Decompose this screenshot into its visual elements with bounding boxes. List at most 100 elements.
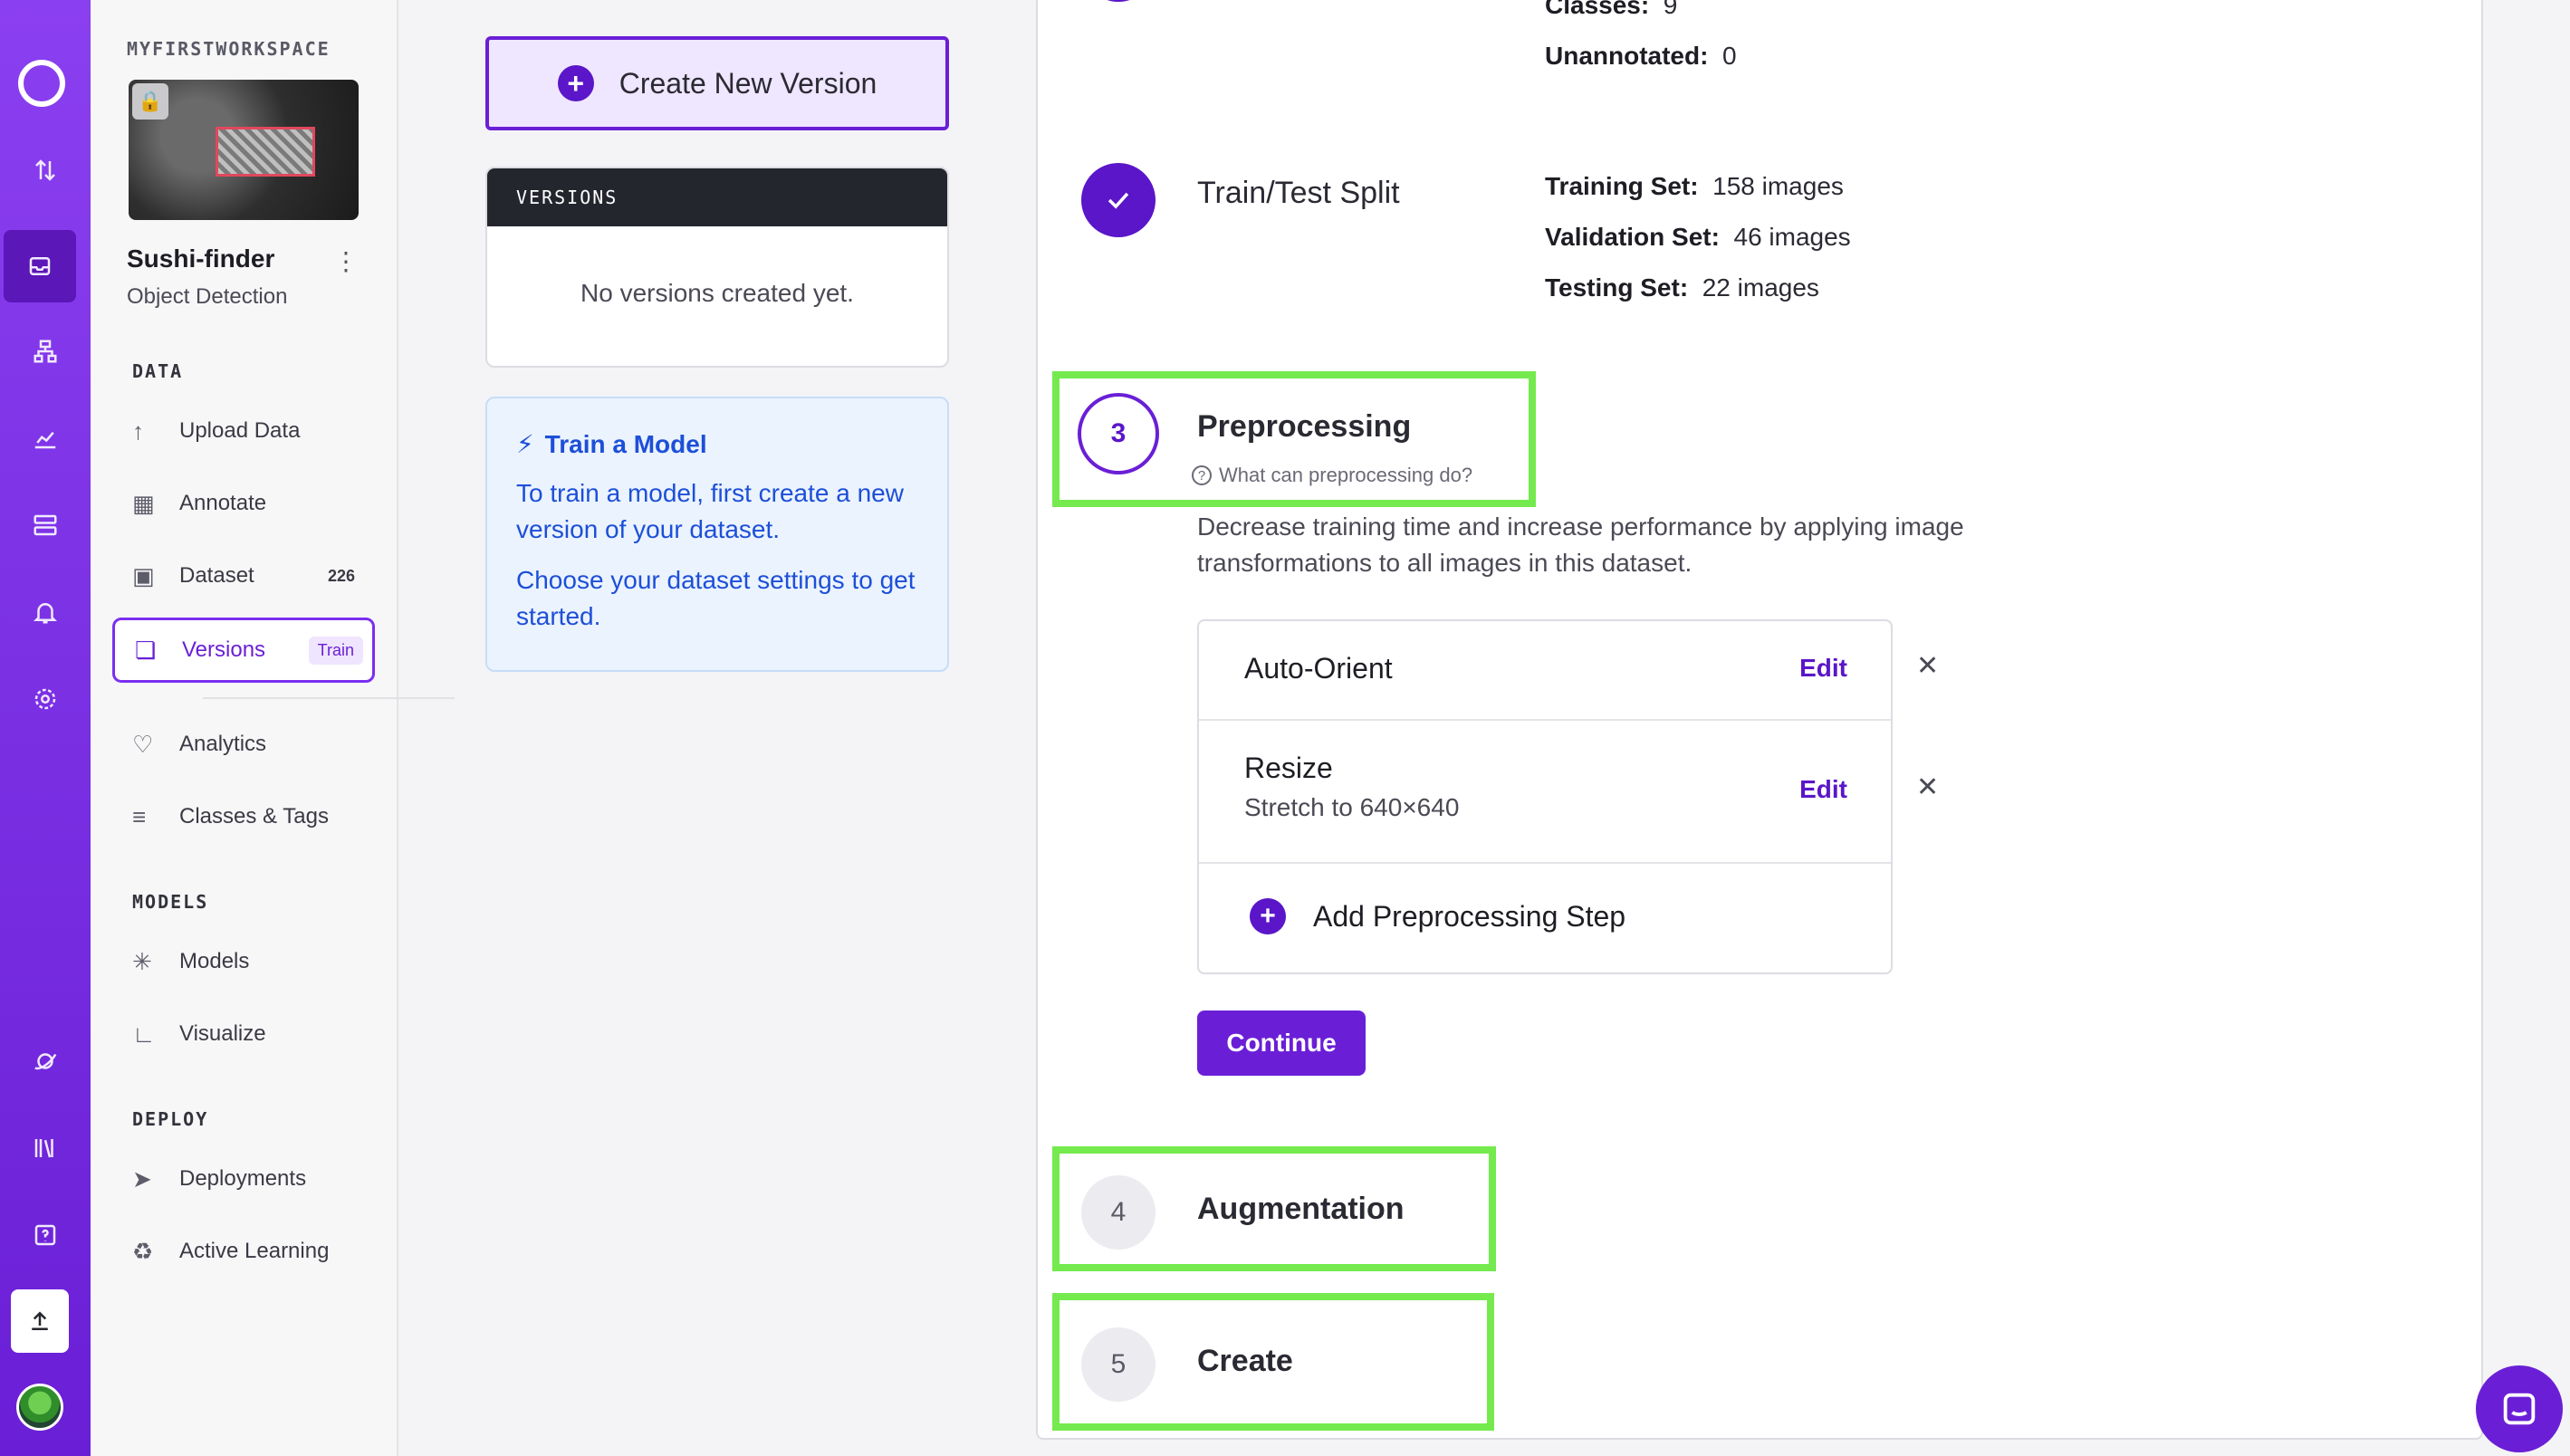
sidebar-item-label: Classes & Tags <box>179 804 329 829</box>
validation-set-label: Validation Set: <box>1545 223 1720 251</box>
bell-icon[interactable] <box>24 590 67 634</box>
step-4-title[interactable]: Augmentation <box>1197 1192 1405 1227</box>
plus-icon: + <box>557 65 594 101</box>
training-set-label: Training Set: <box>1545 172 1699 200</box>
step-3-title[interactable]: Preprocessing <box>1197 409 1411 445</box>
sidebar-item-label: Upload Data <box>179 418 301 443</box>
sidebar-item-label: Annotate <box>179 491 267 515</box>
dataset-count-badge: 226 <box>327 566 355 585</box>
training-set-value: 158 images <box>1712 172 1844 200</box>
classes-info: Classes: 9 <box>1545 0 1677 20</box>
sidebar-item-label: Dataset <box>179 563 254 588</box>
unannotated-info: Unannotated: 0 <box>1545 42 1737 71</box>
preprocessing-help-link[interactable]: ? What can preprocessing do? <box>1192 464 1472 487</box>
validation-set-value: 46 images <box>1733 223 1851 251</box>
upload-icon[interactable] <box>11 1289 69 1353</box>
sitemap-icon[interactable] <box>24 330 67 373</box>
step-5-circle: 5 <box>1081 1327 1156 1402</box>
versions-header: VERSIONS <box>487 168 947 226</box>
gear-icon[interactable] <box>24 677 67 721</box>
recycle-icon: ♻ <box>132 1237 154 1265</box>
preprocessing-description: Decrease training time and increase perf… <box>1197 512 1964 577</box>
preprocessing-step-auto-orient: Auto-Orient Edit <box>1199 621 1891 721</box>
preprocessing-step-resize: Resize Stretch to 640×640 Edit <box>1199 721 1891 864</box>
section-label-models: MODELS <box>132 891 209 913</box>
satellite-icon[interactable] <box>24 1039 67 1083</box>
sidebar-item-label: Models <box>179 949 250 973</box>
section-label-data: DATA <box>132 360 184 382</box>
step-5-title[interactable]: Create <box>1197 1344 1293 1379</box>
validation-set-info: Validation Set: 46 images <box>1545 223 1851 252</box>
user-avatar[interactable] <box>16 1384 63 1431</box>
chat-support-icon[interactable] <box>2476 1365 2563 1452</box>
step-detail: Stretch to 640×640 <box>1244 793 1460 821</box>
versions-card: VERSIONS No versions created yet. <box>485 167 949 368</box>
chart-icon[interactable] <box>24 417 67 460</box>
sidebar-item-label: Visualize <box>179 1021 266 1046</box>
sidebar-item-label: Active Learning <box>179 1239 330 1263</box>
thumbnail-annotation-box <box>216 127 315 177</box>
create-new-version-button[interactable]: + Create New Version <box>485 36 949 130</box>
sidebar-item-versions[interactable]: ❏ Versions Train <box>112 618 375 683</box>
lightning-icon: ⚡ <box>516 430 534 458</box>
list-icon: ≡ <box>132 802 147 830</box>
sidebar-item-annotate[interactable]: ▦ Annotate <box>112 471 375 536</box>
step-3-circle: 3 <box>1078 393 1159 474</box>
section-label-deploy: DEPLOY <box>132 1108 209 1130</box>
project-sidebar: MYFIRSTWORKSPACE 🔒 Sushi-finder ⋮ Object… <box>91 0 455 1456</box>
sidebar-item-active-learning[interactable]: ♻ Active Learning <box>112 1219 375 1284</box>
remove-auto-orient-icon[interactable]: ✕ <box>1916 650 1939 682</box>
preprocessing-steps-list: Auto-Orient Edit Resize Stretch to 640×6… <box>1197 619 1893 974</box>
classes-value: 9 <box>1663 0 1678 19</box>
sidebar-item-label: Versions <box>182 637 266 662</box>
unannotated-value: 0 <box>1722 42 1737 70</box>
kebab-menu-icon[interactable]: ⋮ <box>333 246 359 276</box>
create-new-version-label: Create New Version <box>619 66 877 100</box>
roboflow-logo-icon[interactable] <box>18 60 65 107</box>
inbox-icon[interactable] <box>4 230 76 302</box>
continue-button[interactable]: Continue <box>1197 1011 1366 1076</box>
step-4-circle: 4 <box>1081 1175 1156 1250</box>
sidebar-item-deployments[interactable]: ➤ Deployments <box>112 1146 375 1212</box>
versions-icon: ❏ <box>135 636 157 664</box>
step-2-check-icon <box>1081 163 1156 237</box>
sidebar-item-dataset[interactable]: ▣ Dataset 226 <box>112 543 375 608</box>
icon-rail <box>0 0 91 1456</box>
server-icon[interactable] <box>24 503 67 547</box>
sidebar-item-label: Analytics <box>179 732 267 756</box>
project-name: Sushi-finder <box>127 244 275 273</box>
testing-set-label: Testing Set: <box>1545 273 1689 302</box>
rocket-icon: ➤ <box>132 1164 152 1193</box>
image-icon: ▣ <box>132 561 155 589</box>
remove-resize-icon[interactable]: ✕ <box>1916 771 1939 803</box>
workspace-name: MYFIRSTWORKSPACE <box>127 38 331 60</box>
edit-auto-orient-button[interactable]: Edit <box>1799 654 1847 683</box>
swap-arrows-icon[interactable] <box>24 148 67 192</box>
sidebar-item-analytics[interactable]: ♡ Analytics <box>112 712 375 777</box>
sidebar-item-models[interactable]: ✳ Models <box>112 929 375 994</box>
lock-icon: 🔒 <box>132 83 168 120</box>
classes-label: Classes: <box>1545 0 1650 19</box>
step-name: Auto-Orient <box>1244 652 1393 685</box>
plus-icon: + <box>1250 898 1286 934</box>
step-name: Resize <box>1244 752 1333 784</box>
train-model-text-1: To train a model, first create a new ver… <box>516 479 904 543</box>
annotate-icon: ▦ <box>132 489 155 517</box>
help-icon[interactable] <box>24 1213 67 1257</box>
train-model-card: ⚡ Train a Model To train a model, first … <box>485 397 949 672</box>
books-icon[interactable] <box>24 1126 67 1170</box>
edit-resize-button[interactable]: Edit <box>1799 775 1847 804</box>
versions-empty-text: No versions created yet. <box>580 279 854 307</box>
training-set-info: Training Set: 158 images <box>1545 172 1844 201</box>
heart-pulse-icon: ♡ <box>132 730 154 758</box>
project-thumbnail[interactable]: 🔒 <box>129 80 359 220</box>
step-2-title: Train/Test Split <box>1197 176 1400 210</box>
sidebar-item-visualize[interactable]: ∟ Visualize <box>112 1001 375 1067</box>
sidebar-item-label: Deployments <box>179 1166 307 1191</box>
add-preprocessing-step-button[interactable]: + Add Preprocessing Step <box>1250 898 1625 934</box>
sidebar-item-classes[interactable]: ≡ Classes & Tags <box>112 784 375 849</box>
sidebar-divider <box>203 697 455 699</box>
sidebar-item-upload[interactable]: ↑ Upload Data <box>112 398 375 464</box>
upload-arrow-icon: ↑ <box>132 417 144 445</box>
train-model-title: ⚡ Train a Model <box>516 429 918 459</box>
